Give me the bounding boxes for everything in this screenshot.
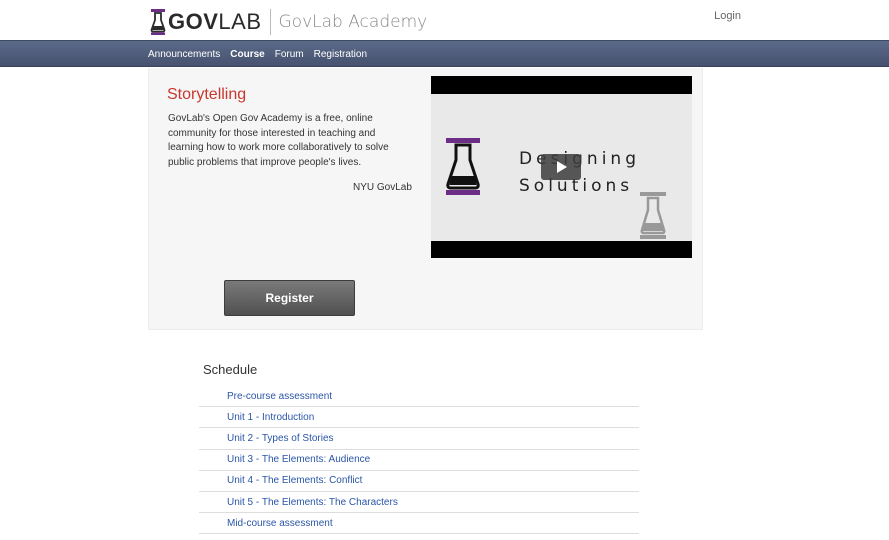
video-frame: Designing Solutions bbox=[431, 94, 692, 241]
play-icon bbox=[557, 161, 567, 173]
nav-registration[interactable]: Registration bbox=[314, 49, 367, 60]
logo-lab-text: LAB bbox=[218, 9, 262, 34]
flask-gray-icon bbox=[640, 192, 666, 239]
course-title: Storytelling bbox=[167, 86, 247, 103]
schedule-item-unit-5[interactable]: Unit 5 - The Elements: The Characters bbox=[199, 492, 639, 514]
schedule-item-mid-course[interactable]: Mid-course assessment bbox=[199, 513, 639, 535]
schedule-item-pre-course[interactable]: Pre-course assessment bbox=[199, 386, 639, 408]
nav-forum[interactable]: Forum bbox=[275, 49, 304, 60]
schedule-item-unit-4[interactable]: Unit 4 - The Elements: Conflict bbox=[199, 471, 639, 492]
intro-video[interactable]: Designing Solutions bbox=[431, 76, 692, 258]
schedule-list: Pre-course assessment Unit 1 - Introduct… bbox=[199, 386, 639, 535]
course-author: NYU GovLab bbox=[353, 182, 412, 193]
login-link[interactable]: Login bbox=[714, 10, 741, 22]
schedule-item-unit-3[interactable]: Unit 3 - The Elements: Audience bbox=[199, 450, 639, 471]
schedule-heading: Schedule bbox=[203, 362, 258, 377]
academy-title: GovLab Academy bbox=[278, 12, 428, 32]
play-button[interactable] bbox=[541, 154, 581, 180]
logo-divider bbox=[269, 9, 271, 35]
register-button[interactable]: Register bbox=[224, 280, 355, 316]
nav-announcements[interactable]: Announcements bbox=[148, 49, 220, 60]
schedule-item-unit-1[interactable]: Unit 1 - Introduction bbox=[199, 407, 639, 429]
logo-gov-text: GOV bbox=[168, 9, 219, 34]
main-nav: Announcements Course Forum Registration bbox=[0, 40, 889, 67]
nav-course[interactable]: Course bbox=[230, 49, 264, 60]
schedule-item-unit-2[interactable]: Unit 2 - Types of Stories bbox=[199, 428, 639, 450]
flask-purple-icon bbox=[446, 138, 480, 195]
govlab-logo[interactable]: GOV LAB GovLab Academy bbox=[150, 8, 427, 36]
top-header: GOV LAB GovLab Academy Login bbox=[0, 0, 889, 40]
course-hero: Storytelling GovLab's Open Gov Academy i… bbox=[148, 68, 703, 330]
flask-logo-icon bbox=[150, 9, 166, 35]
course-description: GovLab's Open Gov Academy is a free, onl… bbox=[168, 113, 389, 168]
